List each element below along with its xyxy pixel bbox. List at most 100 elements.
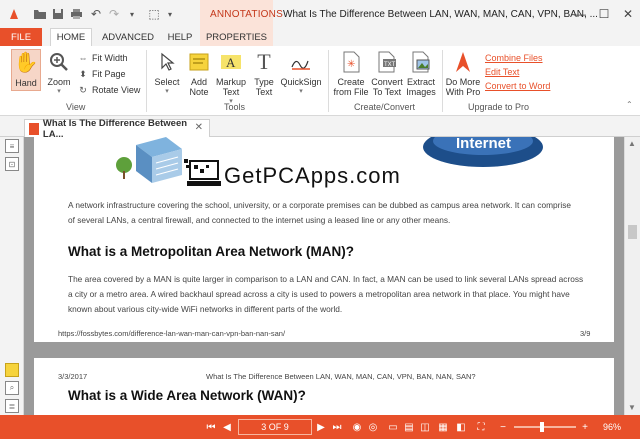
page-number-input[interactable]: 3 OF 9: [238, 419, 312, 435]
scrollbar-thumb[interactable]: [628, 225, 637, 239]
extract-images-button[interactable]: Extract Images: [404, 49, 438, 97]
status-bar: ⏮ ◀ 3 OF 9 ▶ ⏭ ◉ ◎ ▭ ▤ ◫ ▦ ◧ ⛶ − + 96%: [0, 415, 640, 439]
minimize-button[interactable]: —: [568, 4, 592, 24]
close-button[interactable]: ✕: [616, 4, 640, 24]
close-tab-icon[interactable]: ✕: [195, 122, 203, 133]
paragraph-line: a city or a metro area. A wired backhaul…: [68, 289, 570, 299]
create-from-file-button[interactable]: ✳ Create from File: [332, 49, 370, 97]
do-more-with-pro-button[interactable]: Do More With Pro: [444, 49, 482, 97]
zoom-out-button[interactable]: −: [496, 419, 510, 435]
previous-page-icon[interactable]: ◀: [220, 419, 234, 435]
scroll-up-icon[interactable]: ▲: [628, 139, 636, 148]
open-folder-icon[interactable]: [32, 6, 48, 22]
scroll-down-icon[interactable]: ▼: [628, 403, 636, 412]
pdf-page: Internet GetPCApps.com A network infrast…: [34, 137, 614, 342]
do-more-label: Do More With Pro: [445, 77, 481, 97]
redo-icon[interactable]: ↷: [106, 6, 122, 22]
chevron-down-icon: ▾: [299, 88, 303, 95]
single-page-icon[interactable]: ▭: [386, 419, 400, 435]
document-tab[interactable]: What Is The Difference Between LA... ✕: [24, 118, 210, 140]
rotate-view-label: Rotate View: [92, 85, 141, 95]
left-sidebar: ≡ ⊡ ⌕ ≣: [0, 117, 24, 415]
previous-view-icon[interactable]: ◉: [350, 419, 364, 435]
tab-help[interactable]: HELP: [162, 28, 198, 46]
next-view-icon[interactable]: ◎: [366, 419, 380, 435]
tab-properties[interactable]: PROPERTIES: [200, 28, 273, 46]
fit-width-label: Fit Width: [92, 53, 128, 63]
section-heading: What is a Wide Area Network (WAN)?: [68, 388, 306, 403]
convert-text-icon: TXT: [374, 49, 400, 75]
computer-logo-icon: [184, 157, 222, 191]
rotate-view-button[interactable]: ↻ Rotate View: [76, 83, 140, 97]
tab-file[interactable]: FILE: [0, 28, 42, 46]
svg-text:✳: ✳: [347, 59, 355, 70]
app-logo-icon: [6, 6, 22, 22]
add-note-button[interactable]: Add Note: [184, 49, 214, 97]
note-icon: [186, 49, 212, 75]
markup-text-button[interactable]: A Markup Text ▾: [214, 49, 248, 107]
group-separator: [328, 50, 329, 112]
separate-cover-icon[interactable]: ◧: [454, 419, 468, 435]
convert-to-text-button[interactable]: TXT Convert To Text: [370, 49, 404, 97]
zoom-label: Zoom: [47, 77, 71, 87]
group-separator: [146, 50, 147, 112]
facing-continuous-icon[interactable]: ▦: [436, 419, 450, 435]
chevron-down-icon: ▾: [57, 88, 61, 95]
rotate-icon: ↻: [79, 84, 87, 95]
first-page-icon[interactable]: ⏮: [204, 419, 218, 435]
paragraph-line: of several LANs, a central firewall, and…: [68, 215, 451, 225]
comments-icon[interactable]: [5, 363, 19, 377]
last-page-icon[interactable]: ⏭: [330, 419, 344, 435]
signature-pen-icon: [288, 49, 314, 75]
building-illustration: [116, 137, 182, 183]
group-label-view: View: [66, 102, 86, 112]
attachments-icon[interactable]: ⊡: [5, 157, 19, 171]
layers-icon[interactable]: ≣: [5, 399, 19, 413]
group-separator: [442, 50, 443, 112]
continuous-page-icon[interactable]: ▤: [402, 419, 416, 435]
vertical-scrollbar[interactable]: ▲ ▼: [624, 137, 640, 415]
quicksign-button[interactable]: QuickSign ▾: [280, 49, 322, 97]
tab-advanced[interactable]: ADVANCED: [100, 28, 156, 46]
quick-access-toolbar: ↶ ↷ ▾ ⬚ ▾: [6, 6, 178, 22]
fit-page-button[interactable]: ⬍ Fit Page: [76, 67, 125, 81]
customize-dropdown-icon[interactable]: ▾: [124, 6, 140, 22]
combine-files-link[interactable]: Combine Files: [485, 53, 543, 63]
paragraph-line: A network infrastructure covering the sc…: [68, 200, 571, 210]
zoom-level[interactable]: 96%: [592, 419, 632, 435]
next-page-icon[interactable]: ▶: [314, 419, 328, 435]
zoom-slider-track[interactable]: [514, 426, 576, 428]
select-tool-icon[interactable]: ⬚: [146, 6, 162, 22]
bookmarks-icon[interactable]: ≡: [5, 139, 19, 153]
document-viewport[interactable]: Internet GetPCApps.com A network infrast…: [24, 137, 624, 415]
create-from-file-label: Create from File: [333, 77, 369, 97]
svg-text:TXT: TXT: [384, 62, 396, 68]
quicksign-label: QuickSign: [280, 77, 322, 87]
edit-text-link[interactable]: Edit Text: [485, 67, 519, 77]
fit-page-icon: ⬍: [79, 68, 87, 79]
ribbon-tabs: FILE HOME ADVANCED HELP PROPERTIES: [0, 28, 640, 46]
maximize-button[interactable]: ☐: [592, 4, 616, 24]
type-text-button[interactable]: T Type Text: [250, 49, 278, 98]
print-icon[interactable]: [68, 6, 84, 22]
zoom-button[interactable]: Zoom ▾: [44, 49, 74, 97]
zoom-slider-thumb[interactable]: [540, 422, 544, 432]
convert-to-word-link[interactable]: Convert to Word: [485, 81, 550, 91]
undo-icon[interactable]: ↶: [88, 6, 104, 22]
more-dropdown-icon[interactable]: ▾: [162, 6, 178, 22]
collapse-ribbon-icon[interactable]: ⌃: [626, 100, 633, 109]
tab-home[interactable]: HOME: [50, 28, 92, 46]
save-icon[interactable]: [50, 6, 66, 22]
zoom-in-button[interactable]: +: [578, 419, 592, 435]
hand-tool-button[interactable]: ✋ Hand: [11, 49, 41, 91]
select-label: Select: [154, 77, 180, 87]
internet-label: Internet: [456, 137, 512, 152]
search-panel-icon[interactable]: ⌕: [5, 381, 19, 395]
group-label-tools: Tools: [224, 102, 246, 112]
fit-width-button[interactable]: ⇔ Fit Width: [76, 51, 128, 65]
group-label-upgrade: Upgrade to Pro: [468, 102, 530, 112]
fullscreen-icon[interactable]: ⛶: [474, 419, 488, 435]
hand-icon: ✋: [13, 52, 39, 74]
select-button[interactable]: Select ▾: [150, 49, 184, 97]
facing-pages-icon[interactable]: ◫: [418, 419, 432, 435]
